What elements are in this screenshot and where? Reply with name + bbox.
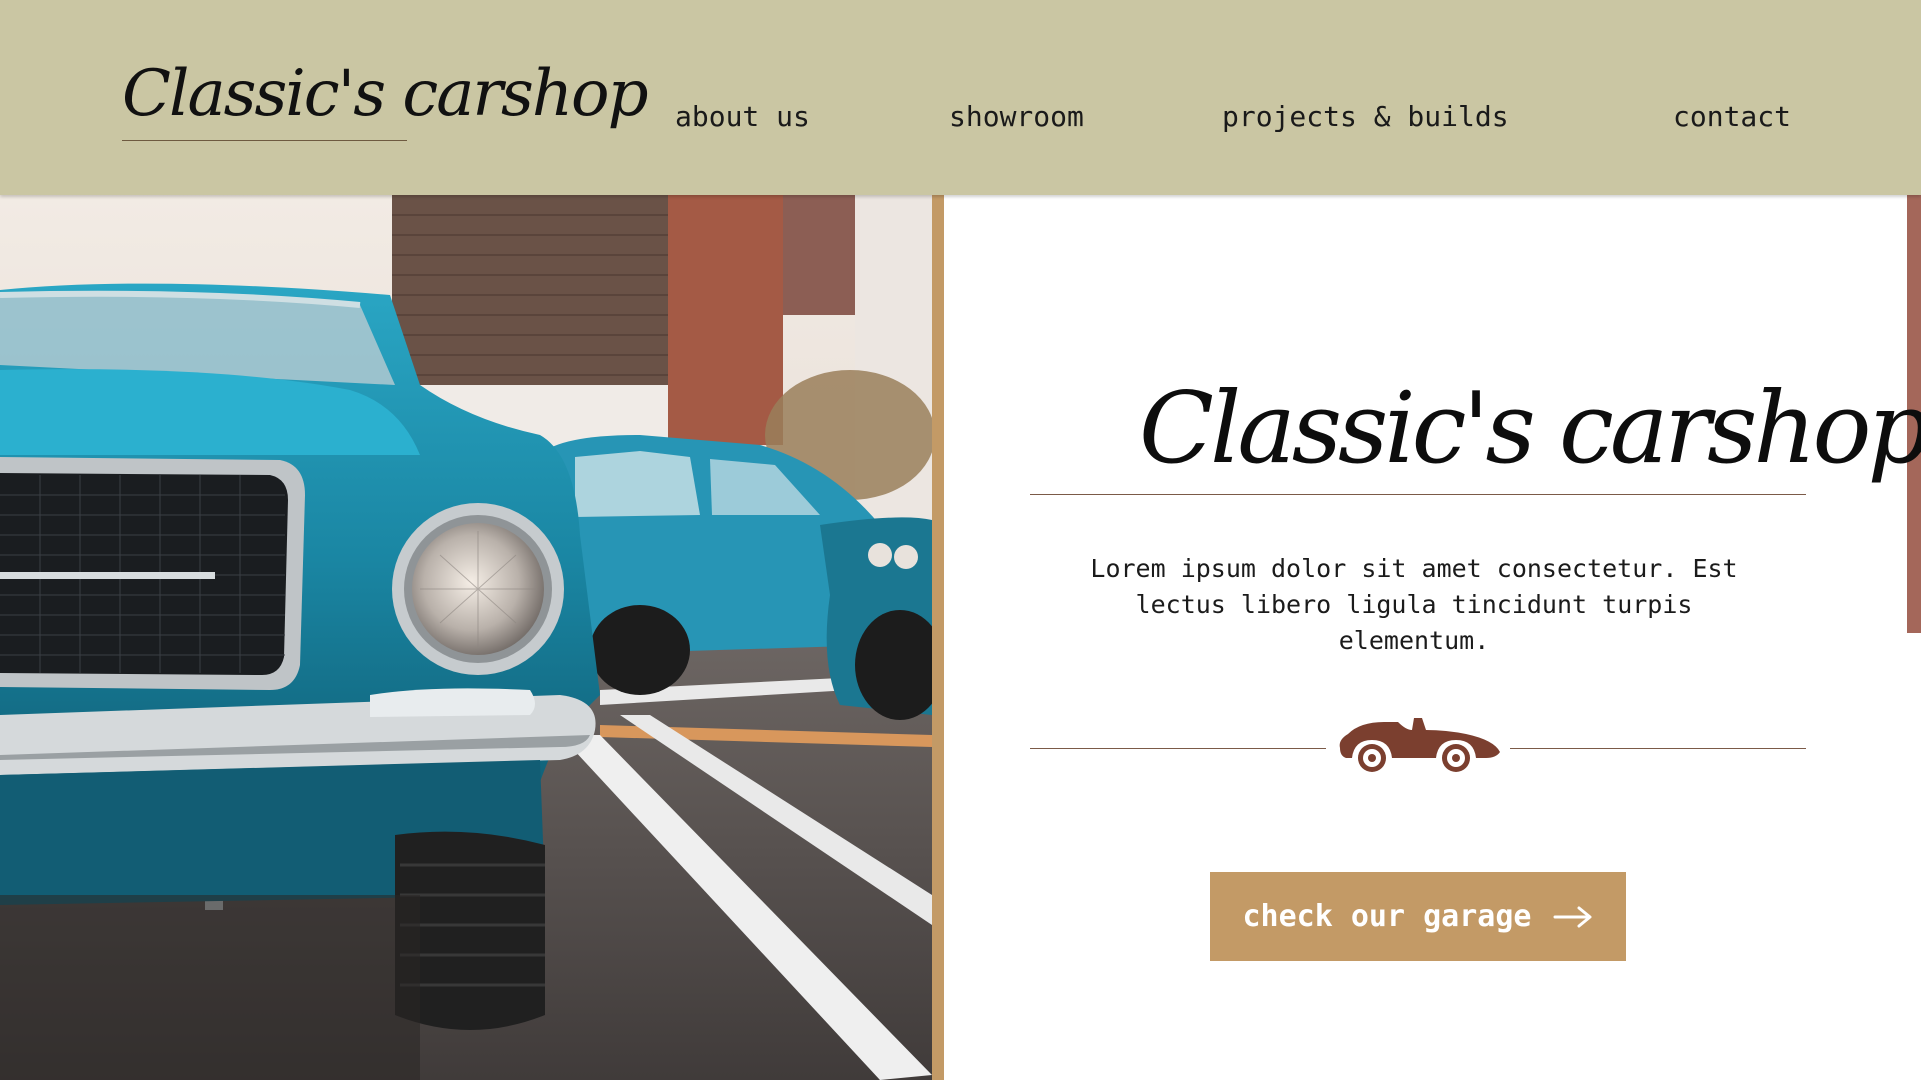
hero-title: Classic's carshop — [1139, 372, 1921, 486]
hero-description: Lorem ipsum dolor sit amet consectetur. … — [1090, 554, 1738, 655]
title-underline — [1030, 494, 1806, 495]
nav-about-us[interactable]: about us — [675, 100, 810, 133]
nav-showroom[interactable]: showroom — [949, 100, 1084, 133]
site-header: Classic's carshop about us showroom proj… — [0, 0, 1921, 195]
nav-contact[interactable]: contact — [1673, 100, 1791, 133]
nav-projects-builds[interactable]: projects & builds — [1222, 100, 1509, 133]
vintage-race-car-icon — [1339, 718, 1500, 772]
car-photo-illustration — [0, 195, 932, 1080]
arrow-right-icon — [1553, 906, 1592, 927]
check-garage-button[interactable]: check our garage — [1210, 872, 1626, 961]
main-nav: about us showroom projects & builds cont… — [0, 0, 1921, 195]
hero-content: Classic's carshop Lorem ipsum dolor sit … — [944, 195, 1921, 1080]
photo-border — [932, 195, 944, 1080]
classic-car-photo — [0, 195, 932, 1080]
cta-label: check our garage — [1242, 899, 1532, 934]
divider-left — [1030, 748, 1326, 749]
divider-right — [1510, 748, 1806, 749]
